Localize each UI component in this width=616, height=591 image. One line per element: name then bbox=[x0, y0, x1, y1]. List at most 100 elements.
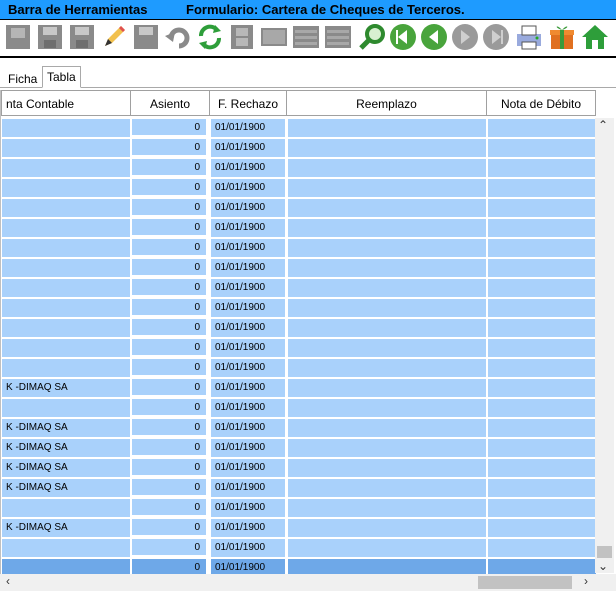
cell-reemplazo[interactable] bbox=[287, 278, 487, 298]
cell-nota-debito[interactable] bbox=[487, 498, 597, 518]
scroll-up-icon[interactable]: ⌃ bbox=[598, 118, 608, 132]
cell-asiento[interactable]: 0 bbox=[131, 418, 207, 436]
column-header-nota-debito[interactable]: Nota de Débito bbox=[486, 90, 596, 116]
cell-reemplazo[interactable] bbox=[287, 398, 487, 418]
cell-reemplazo[interactable] bbox=[287, 458, 487, 478]
table-row[interactable]: 0 01/01/1900 bbox=[1, 278, 597, 298]
cell-asiento[interactable]: 0 bbox=[131, 318, 207, 336]
table-row[interactable]: K -DIMAQ SA 0 01/01/1900 bbox=[1, 458, 597, 478]
cell-fecha-rechazo[interactable]: 01/01/1900 bbox=[210, 538, 286, 558]
cell-cuenta-contable[interactable] bbox=[1, 298, 131, 318]
cell-reemplazo[interactable] bbox=[287, 158, 487, 178]
cell-reemplazo[interactable] bbox=[287, 498, 487, 518]
cell-cuenta-contable[interactable] bbox=[1, 218, 131, 238]
cell-cuenta-contable[interactable] bbox=[1, 118, 131, 138]
cell-fecha-rechazo[interactable]: 01/01/1900 bbox=[210, 518, 286, 538]
home-icon[interactable] bbox=[580, 22, 610, 52]
cell-fecha-rechazo[interactable]: 01/01/1900 bbox=[210, 238, 286, 258]
cell-fecha-rechazo[interactable]: 01/01/1900 bbox=[210, 438, 286, 458]
table-row[interactable]: 0 01/01/1900 bbox=[1, 358, 597, 378]
cell-cuenta-contable[interactable] bbox=[1, 398, 131, 418]
cell-cuenta-contable[interactable] bbox=[1, 258, 131, 278]
table-row[interactable]: 0 01/01/1900 bbox=[1, 178, 597, 198]
cell-cuenta-contable[interactable] bbox=[1, 278, 131, 298]
cell-cuenta-contable[interactable] bbox=[1, 198, 131, 218]
disk-icon[interactable] bbox=[131, 22, 161, 52]
table-row[interactable]: 0 01/01/1900 bbox=[1, 138, 597, 158]
vertical-scrollbar[interactable]: ⌃ ⌄ bbox=[595, 118, 614, 573]
cell-asiento[interactable]: 0 bbox=[131, 538, 207, 556]
save-icon[interactable] bbox=[35, 22, 65, 52]
column-header-cuenta[interactable]: nta Contable bbox=[1, 90, 131, 116]
cell-asiento[interactable]: 0 bbox=[131, 378, 207, 396]
cell-asiento[interactable]: 0 bbox=[131, 478, 207, 496]
cell-nota-debito[interactable] bbox=[487, 298, 597, 318]
cell-fecha-rechazo[interactable]: 01/01/1900 bbox=[210, 318, 286, 338]
cell-fecha-rechazo[interactable]: 01/01/1900 bbox=[210, 278, 286, 298]
cell-reemplazo[interactable] bbox=[287, 378, 487, 398]
last-icon[interactable] bbox=[481, 22, 511, 52]
blank-icon[interactable] bbox=[259, 22, 289, 52]
cell-cuenta-contable[interactable] bbox=[1, 358, 131, 378]
cell-nota-debito[interactable] bbox=[487, 338, 597, 358]
table-row[interactable]: 0 01/01/1900 bbox=[1, 398, 597, 418]
cell-reemplazo[interactable] bbox=[287, 178, 487, 198]
cell-cuenta-contable[interactable] bbox=[1, 498, 131, 518]
cell-nota-debito[interactable] bbox=[487, 178, 597, 198]
vertical-scroll-thumb[interactable] bbox=[597, 546, 612, 558]
cell-reemplazo[interactable] bbox=[287, 258, 487, 278]
table-row[interactable]: 0 01/01/1900 bbox=[1, 158, 597, 178]
horizontal-scroll-thumb[interactable] bbox=[478, 576, 572, 589]
cell-reemplazo[interactable] bbox=[287, 298, 487, 318]
cell-reemplazo[interactable] bbox=[287, 538, 487, 558]
cell-nota-debito[interactable] bbox=[487, 478, 597, 498]
cell-asiento[interactable]: 0 bbox=[131, 298, 207, 316]
cell-reemplazo[interactable] bbox=[287, 478, 487, 498]
cell-nota-debito[interactable] bbox=[487, 118, 597, 138]
undo-icon[interactable] bbox=[163, 22, 193, 52]
cell-asiento[interactable]: 0 bbox=[131, 278, 207, 296]
cell-nota-debito[interactable] bbox=[487, 438, 597, 458]
cell-nota-debito[interactable] bbox=[487, 518, 597, 538]
cell-fecha-rechazo[interactable]: 01/01/1900 bbox=[210, 298, 286, 318]
cell-cuenta-contable[interactable] bbox=[1, 138, 131, 158]
cell-fecha-rechazo[interactable]: 01/01/1900 bbox=[210, 258, 286, 278]
list-icon[interactable] bbox=[291, 22, 321, 52]
cell-nota-debito[interactable] bbox=[487, 258, 597, 278]
cell-fecha-rechazo[interactable]: 01/01/1900 bbox=[210, 398, 286, 418]
cell-reemplazo[interactable] bbox=[287, 338, 487, 358]
cell-fecha-rechazo[interactable]: 01/01/1900 bbox=[210, 178, 286, 198]
gift-icon[interactable] bbox=[547, 22, 577, 52]
cell-fecha-rechazo[interactable]: 01/01/1900 bbox=[210, 338, 286, 358]
cell-fecha-rechazo[interactable]: 01/01/1900 bbox=[210, 458, 286, 478]
cell-nota-debito[interactable] bbox=[487, 318, 597, 338]
cell-asiento[interactable]: 0 bbox=[131, 438, 207, 456]
cell-cuenta-contable[interactable]: K -DIMAQ SA bbox=[1, 458, 131, 478]
tab-tabla[interactable]: Tabla bbox=[42, 66, 81, 88]
cell-asiento[interactable]: 0 bbox=[131, 398, 207, 416]
table-row[interactable]: 0 01/01/1900 bbox=[1, 238, 597, 258]
cell-asiento[interactable]: 0 bbox=[131, 338, 207, 356]
cell-asiento[interactable]: 0 bbox=[131, 498, 207, 516]
table-row[interactable]: K -DIMAQ SA 0 01/01/1900 bbox=[1, 478, 597, 498]
column-header-asiento[interactable]: Asiento bbox=[130, 90, 210, 116]
horizontal-scrollbar[interactable]: ‹ › bbox=[0, 574, 596, 591]
first-icon[interactable] bbox=[388, 22, 418, 52]
cell-nota-debito[interactable] bbox=[487, 458, 597, 478]
cell-nota-debito[interactable] bbox=[487, 398, 597, 418]
table-row[interactable]: K -DIMAQ SA 0 01/01/1900 bbox=[1, 378, 597, 398]
cell-fecha-rechazo[interactable]: 01/01/1900 bbox=[210, 378, 286, 398]
cell-fecha-rechazo[interactable]: 01/01/1900 bbox=[210, 418, 286, 438]
cell-fecha-rechazo[interactable]: 01/01/1900 bbox=[210, 498, 286, 518]
column-header-reemplazo[interactable]: Reemplazo bbox=[286, 90, 487, 116]
prev-icon[interactable] bbox=[419, 22, 449, 52]
tab-ficha[interactable]: Ficha bbox=[4, 70, 41, 88]
cell-nota-debito[interactable] bbox=[487, 238, 597, 258]
table-row[interactable]: 0 01/01/1900 bbox=[1, 538, 597, 558]
print-icon[interactable] bbox=[514, 22, 544, 52]
list-icon-2[interactable] bbox=[323, 22, 353, 52]
table-row[interactable]: 0 01/01/1900 bbox=[1, 258, 597, 278]
column-header-fecha-rechazo[interactable]: F. Rechazo bbox=[209, 90, 287, 116]
next-icon[interactable] bbox=[450, 22, 480, 52]
cell-nota-debito[interactable] bbox=[487, 138, 597, 158]
